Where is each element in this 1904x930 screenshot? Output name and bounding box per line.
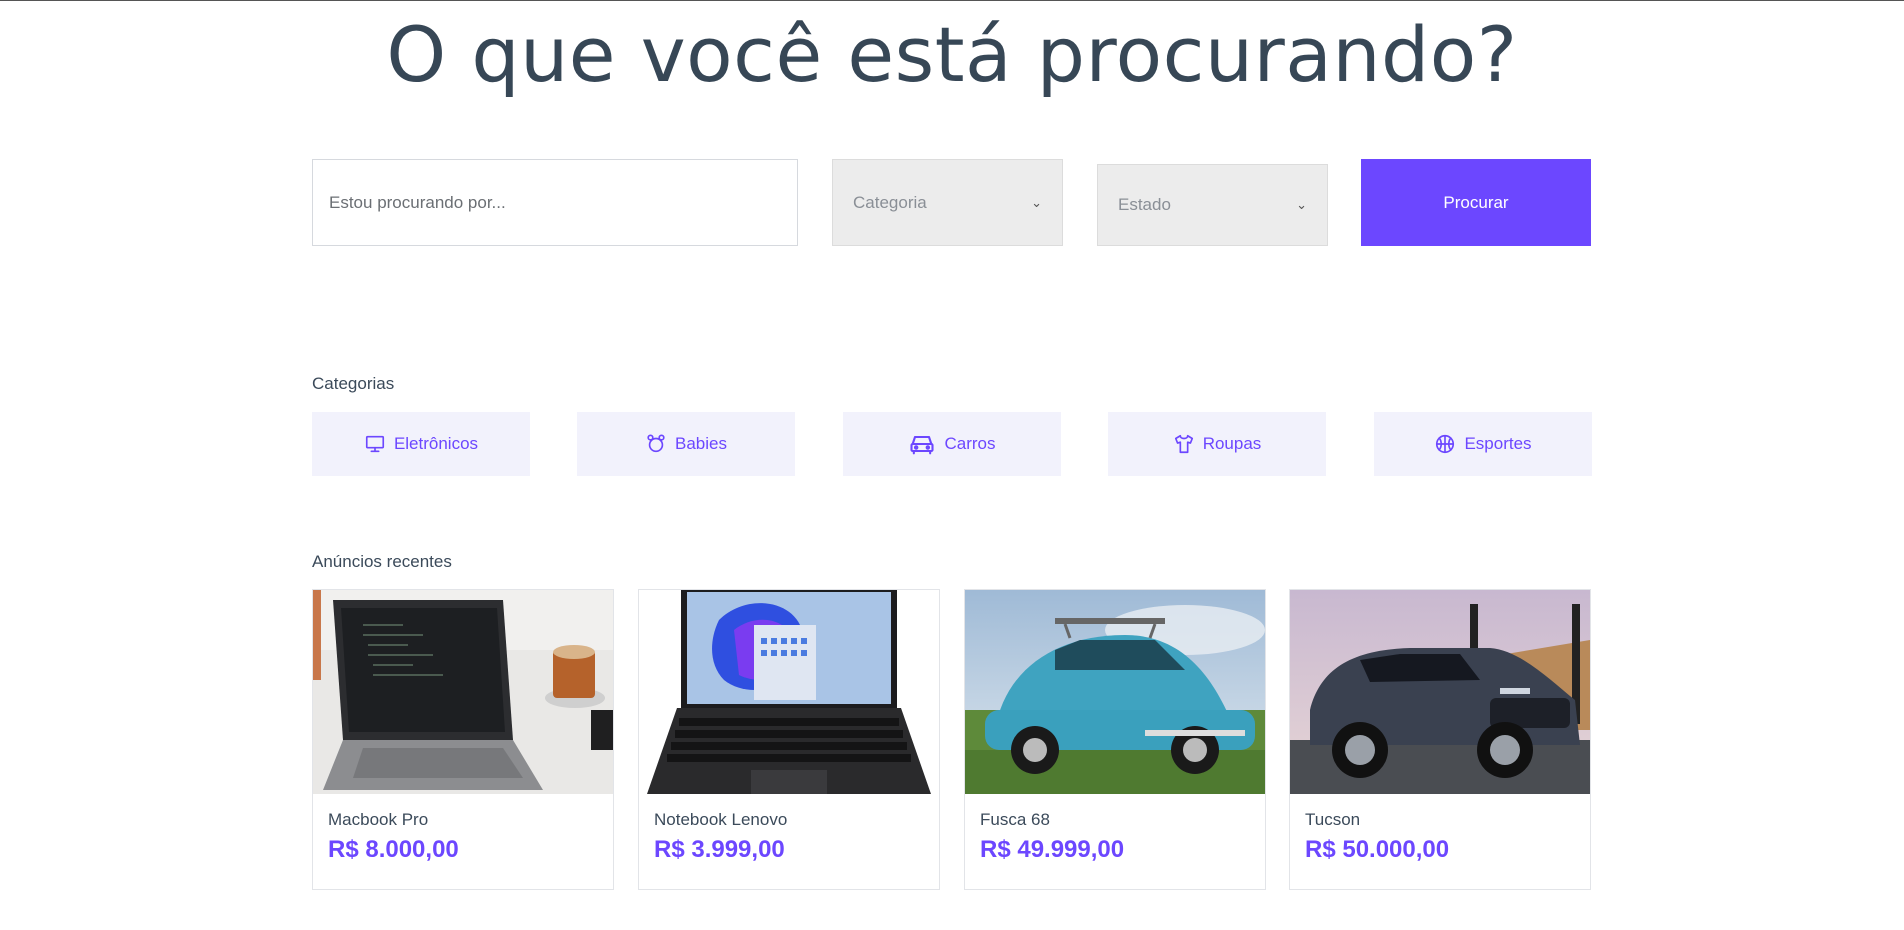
category-esportes[interactable]: Esportes [1374,412,1592,476]
ad-image-macbook [313,590,613,794]
top-border [0,0,1904,1]
category-babies[interactable]: Babies [577,412,795,476]
category-label: Carros [944,434,996,453]
ad-title: Notebook Lenovo [654,810,788,829]
search-input[interactable] [312,159,798,246]
chevron-down-icon: ⌄ [1031,194,1042,210]
ad-image-fusca [965,590,1265,794]
category-select[interactable]: Categoria ⌄ [832,159,1063,246]
ad-price: R$ 49.999,00 [980,836,1125,863]
ad-title: Macbook Pro [328,810,429,829]
categories-heading: Categorias [312,374,395,393]
category-label: Roupas [1202,434,1262,453]
ad-card-tucson[interactable]: Tucson R$ 50.000,00 [1289,589,1591,890]
search-button[interactable]: Procurar [1361,159,1591,246]
ad-price: R$ 50.000,00 [1305,836,1450,863]
ad-price: R$ 8.000,00 [328,836,459,863]
ad-card-notebook-lenovo[interactable]: Notebook Lenovo R$ 3.999,00 [638,589,940,890]
category-eletronicos[interactable]: Eletrônicos [312,412,530,476]
car-icon [910,435,935,455]
ad-title: Fusca 68 [980,810,1050,829]
ad-card-fusca[interactable]: Fusca 68 R$ 49.999,00 [964,589,1266,890]
chevron-down-icon: ⌄ [1296,197,1307,212]
recent-ads-heading: Anúncios recentes [312,552,452,571]
ad-image-tucson [1290,590,1590,794]
ad-card-macbook[interactable]: Macbook Pro R$ 8.000,00 [312,589,614,890]
page-title: O que você está procurando? [386,10,1518,99]
category-label: Esportes [1464,434,1532,453]
category-label: Babies [675,434,727,453]
state-select[interactable]: Estado ⌄ [1097,164,1328,246]
ad-title: Tucson [1305,810,1361,829]
ad-price: R$ 3.999,00 [654,836,785,863]
category-select-value: Categoria [853,192,927,212]
category-roupas[interactable]: Roupas [1108,412,1326,476]
shirt-icon [1174,434,1193,454]
monitor-icon [365,435,385,453]
category-label: Eletrônicos [393,434,479,453]
baby-icon [647,434,665,453]
basketball-icon [1436,434,1455,454]
ad-image-notebook [639,590,939,794]
category-carros[interactable]: Carros [843,412,1061,476]
state-select-value: Estado [1118,195,1171,214]
